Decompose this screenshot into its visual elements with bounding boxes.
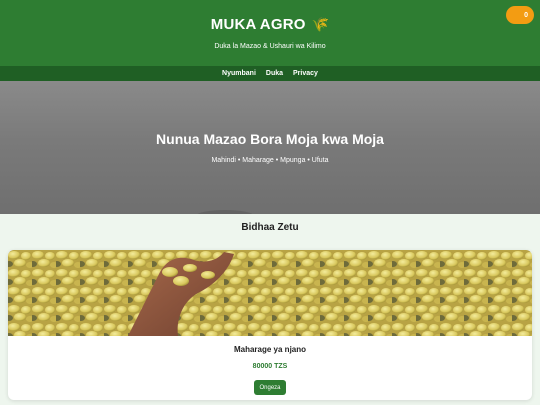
brand-name[interactable]: MUKA AGRO: [211, 16, 306, 33]
brand[interactable]: MUKA AGRO 🌾: [0, 16, 540, 33]
hero-title: Nunua Mazao Bora Moja kwa Moja: [156, 131, 384, 147]
nav-item-duka[interactable]: Duka: [266, 70, 283, 77]
hero-subtitle: Mahindi • Maharage • Mpunga • Ufuta: [211, 157, 329, 164]
nav-item-nyumbani[interactable]: Nyumbani: [222, 70, 256, 77]
hero-banner: Nunua Mazao Bora Moja kwa Moja Mahindi •…: [0, 81, 540, 214]
hero-image-shadow: [196, 210, 254, 214]
tagline: Duka la Mazao & Ushauri wa Kilimo: [214, 43, 326, 50]
wheat-icon: 🌾: [311, 16, 330, 32]
product-price: 80000 TZS: [252, 363, 288, 370]
product-card: Maharage ya njano 80000 TZS Ongeza: [8, 250, 532, 400]
cart-count: 0: [524, 11, 528, 19]
main-nav: Nyumbani Duka Privacy: [0, 66, 540, 81]
nav-item-privacy[interactable]: Privacy: [293, 70, 318, 77]
product-name: Maharage ya njano: [233, 345, 307, 354]
site-header: MUKA AGRO 🌾 Duka la Mazao & Ushauri wa Ki…: [0, 0, 540, 66]
cart-button[interactable]: 0: [506, 6, 534, 24]
product-image[interactable]: [8, 250, 532, 336]
add-to-cart-button[interactable]: Ongeza: [254, 380, 286, 395]
products-title: Bidhaa Zetu: [241, 222, 299, 233]
